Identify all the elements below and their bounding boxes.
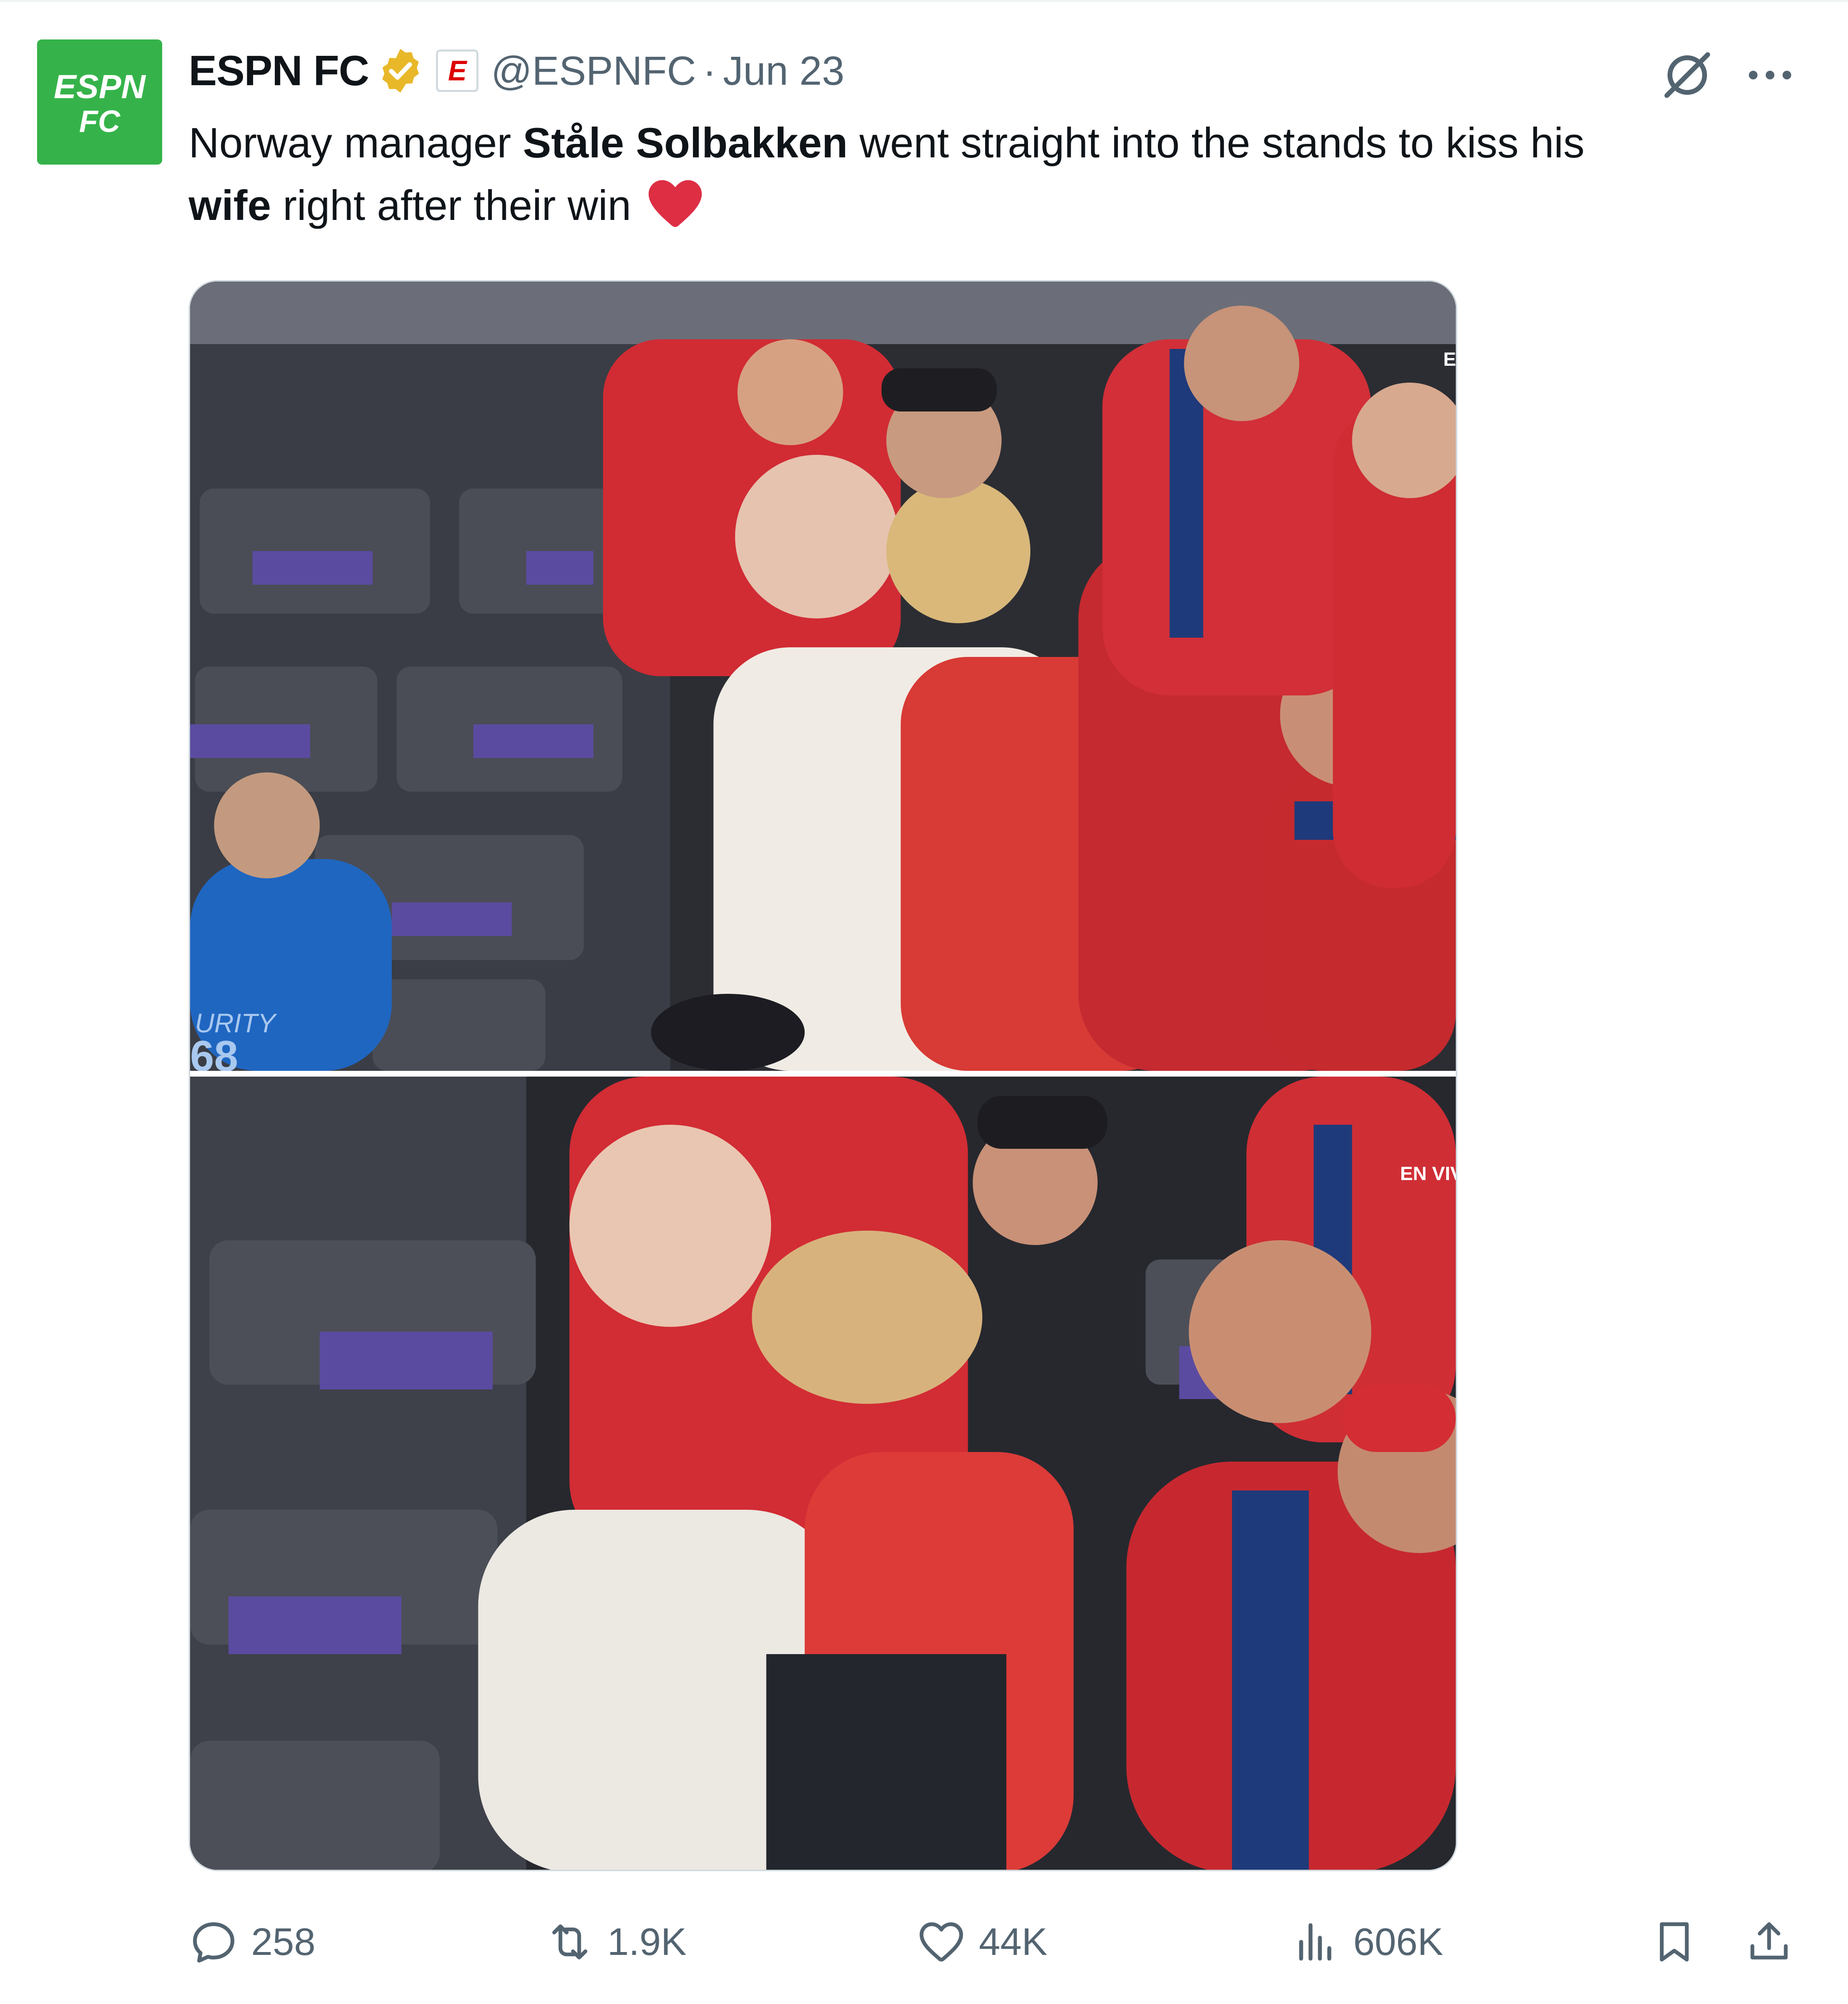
heart-emoji-icon: [648, 180, 702, 227]
photo-2[interactable]: EN VIV: [190, 1077, 1456, 1870]
avatar-text-line1: ESPN: [54, 68, 146, 105]
tweet-text-part2: went straight into the stands to kiss hi…: [847, 119, 1585, 167]
tweet-date[interactable]: Jun 23: [723, 48, 844, 94]
tweet-text-part1: Norway manager: [189, 119, 523, 167]
media-gap: [190, 1071, 1456, 1077]
divider: [0, 0, 1848, 2]
photo-1[interactable]: E URITY 68: [190, 282, 1456, 1071]
author-handle[interactable]: @ESPNFC: [491, 48, 696, 94]
like-button[interactable]: 44K: [916, 1911, 1047, 1973]
repost-button[interactable]: 1.9K: [545, 1911, 687, 1973]
verified-badge-icon[interactable]: [375, 46, 425, 96]
tweet-header: ESPN FC E @ESPNFC · Jun 23: [189, 39, 845, 102]
avatar[interactable]: ESPN FC: [37, 39, 162, 165]
reply-button[interactable]: 258: [189, 1911, 315, 1973]
action-bar: 258 1.9K 44K 606K: [189, 1911, 1815, 1973]
photo2-overlay-tag: EN VIV: [1400, 1163, 1456, 1184]
grok-icon[interactable]: [1658, 46, 1716, 104]
repost-icon: [552, 1924, 588, 1960]
affiliate-badge[interactable]: E: [436, 50, 479, 92]
views-button[interactable]: 606K: [1291, 1911, 1443, 1973]
affiliate-badge-label: E: [448, 55, 467, 87]
like-count: 44K: [979, 1920, 1048, 1963]
like-icon: [919, 1922, 963, 1962]
reply-icon: [193, 1922, 234, 1963]
more-icon[interactable]: [1741, 46, 1799, 104]
share-button[interactable]: [1744, 1911, 1794, 1973]
reply-count: 258: [251, 1920, 316, 1963]
share-icon: [1750, 1922, 1788, 1960]
display-name[interactable]: ESPN FC: [189, 46, 369, 95]
tweet-text: Norway manager Ståle Solbakken went stra…: [189, 112, 1815, 237]
bookmark-button[interactable]: [1649, 1911, 1699, 1973]
bookmark-icon: [1660, 1922, 1689, 1962]
photo1-shirt-number: 68: [190, 1032, 238, 1071]
photo1-overlay-tag: E: [1443, 349, 1456, 370]
repost-count: 1.9K: [607, 1920, 687, 1963]
views-count: 606K: [1353, 1920, 1443, 1963]
tweet-media[interactable]: E URITY 68 EN VI: [189, 280, 1457, 1871]
tweet-text-part3: right after their win: [271, 181, 631, 229]
tweet-card[interactable]: ESPN FC ESPN FC E @ESPNFC · Jun 23 Norwa…: [0, 0, 1848, 2004]
tweet-text-bold-wife: wife: [189, 181, 271, 229]
views-icon: [1299, 1923, 1332, 1961]
avatar-text-line2: FC: [79, 104, 120, 139]
tweet-text-bold-name: Ståle Solbakken: [523, 119, 848, 167]
separator-dot: ·: [703, 48, 717, 93]
